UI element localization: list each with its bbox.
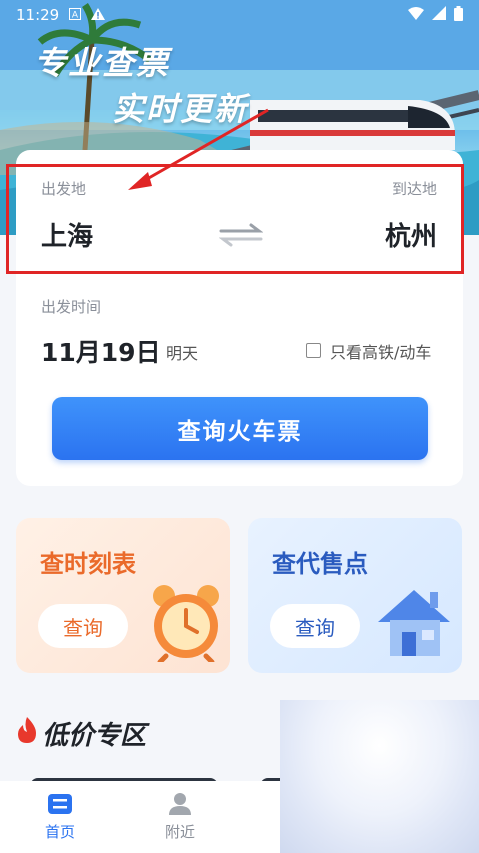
ticket-agency-query-button[interactable]: 查询 [270,604,360,648]
svg-text:A: A [72,11,79,21]
warning-icon [91,6,106,24]
person-location-icon [169,793,191,815]
search-train-tickets-button[interactable]: 查询火车票 [52,397,428,460]
high-speed-only-checkbox[interactable] [306,343,321,358]
battery-icon [454,5,463,25]
home-tab-icon [48,794,72,814]
blurred-overlay [280,700,479,853]
low-price-section-title: 低价专区 [16,715,146,752]
low-price-title-text: 低价专区 [42,721,147,751]
timetable-card[interactable]: 查时刻表 查询 [16,518,230,673]
tab-nearby-label: 附近 [164,823,195,841]
status-time: 11:29 [16,6,60,24]
ticket-agency-title: 查代售点 [272,550,368,578]
house-icon [378,590,450,656]
date-label: 出发时间 [41,298,102,316]
timetable-query-button[interactable]: 查询 [38,604,128,648]
tab-nearby[interactable]: 附近 [140,791,220,842]
tab-home[interactable]: 首页 [20,791,100,842]
notification-a-icon: A [69,6,82,24]
wifi-icon [408,6,424,24]
high-speed-only-label[interactable]: 只看高铁/动车 [330,339,431,363]
tab-home-label: 首页 [44,823,75,841]
annotation-arrow [128,108,269,190]
timetable-title: 查时刻表 [40,550,136,578]
date-hint: 明天 [166,344,199,363]
departure-date[interactable]: 11月19日 [41,333,161,369]
alarm-clock-icon [153,585,219,662]
signal-icon [432,6,446,24]
status-bar: 11:29 A [0,0,479,30]
flame-icon [16,717,38,750]
bottom-tab-bar: 首页 附近 [0,781,280,853]
ticket-agency-card[interactable]: 查代售点 查询 [248,518,462,673]
